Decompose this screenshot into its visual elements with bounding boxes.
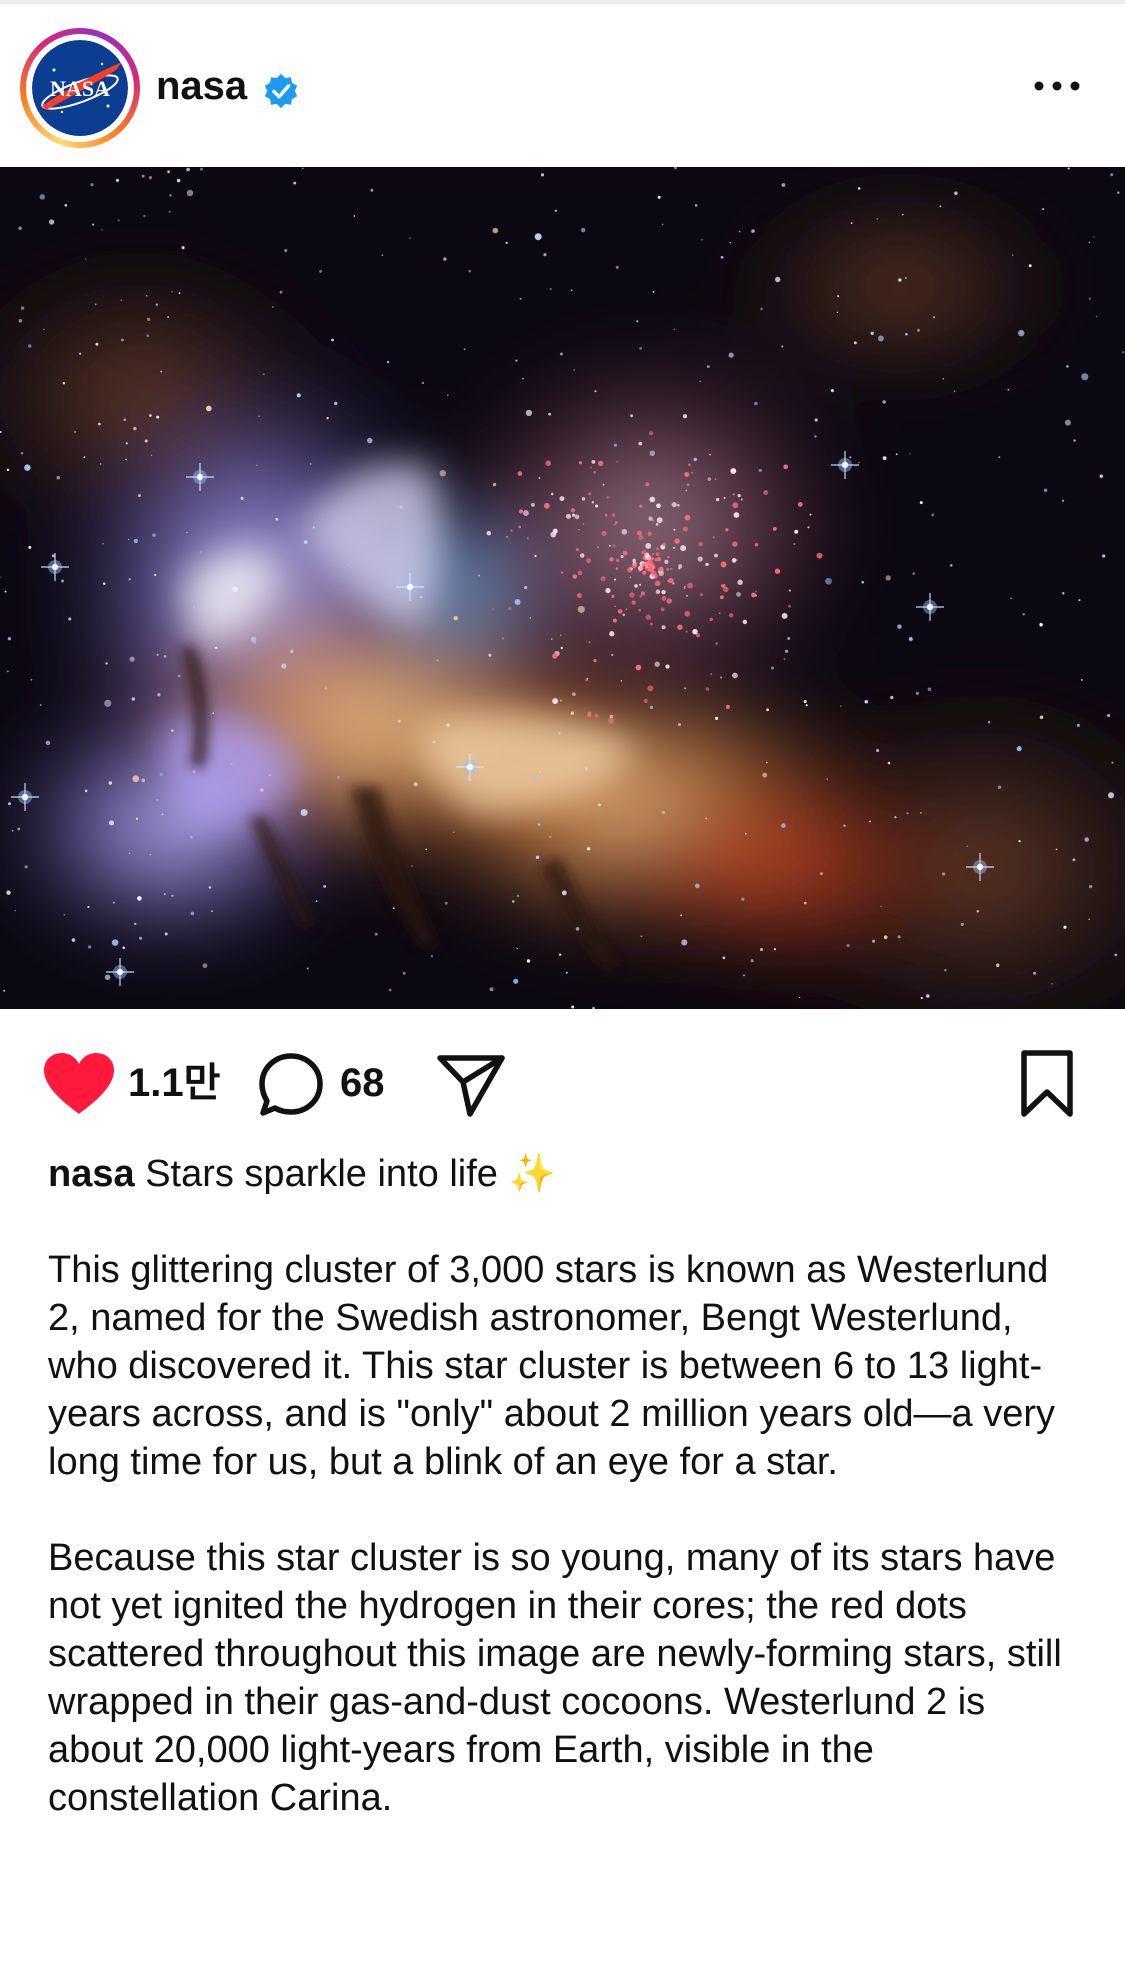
sparkles-emoji: ✨: [508, 1153, 556, 1195]
like-count[interactable]: 1.1만: [128, 1058, 220, 1108]
caption-headline: nasa Stars sparkle into life ✨: [48, 1150, 1088, 1198]
caption-paragraph: Because this star cluster is so young, m…: [48, 1537, 1062, 1819]
post-username[interactable]: nasa: [156, 62, 247, 110]
avatar-story-ring[interactable]: NASA: [20, 28, 140, 148]
galaxy-photo[interactable]: [0, 167, 1125, 1009]
verified-badge-icon: [264, 73, 298, 109]
nasa-logo-icon[interactable]: NASA: [32, 40, 128, 136]
comment-count[interactable]: 68: [340, 1058, 385, 1108]
caption-author[interactable]: nasa: [48, 1153, 135, 1195]
post-header: NASA nasa: [0, 4, 1125, 164]
bookmark-icon[interactable]: [1018, 1048, 1076, 1120]
caption-paragraph: This glittering cluster of 3,000 stars i…: [48, 1249, 1055, 1483]
post-caption: nasa Stars sparkle into life ✨ This glit…: [48, 1150, 1088, 1822]
comment-icon[interactable]: [256, 1050, 326, 1120]
caption-headline-text: Stars sparkle into life: [145, 1153, 498, 1195]
more-options-icon[interactable]: [1030, 68, 1084, 104]
send-icon[interactable]: [434, 1050, 508, 1120]
heart-icon[interactable]: [40, 1050, 118, 1118]
nasa-logo-text: NASA: [50, 76, 110, 101]
post-screen: NASA nasa 1.1만 68 nasa Stars sparkle int…: [0, 0, 1125, 1978]
post-actions: 1.1만 68: [0, 1030, 1125, 1130]
